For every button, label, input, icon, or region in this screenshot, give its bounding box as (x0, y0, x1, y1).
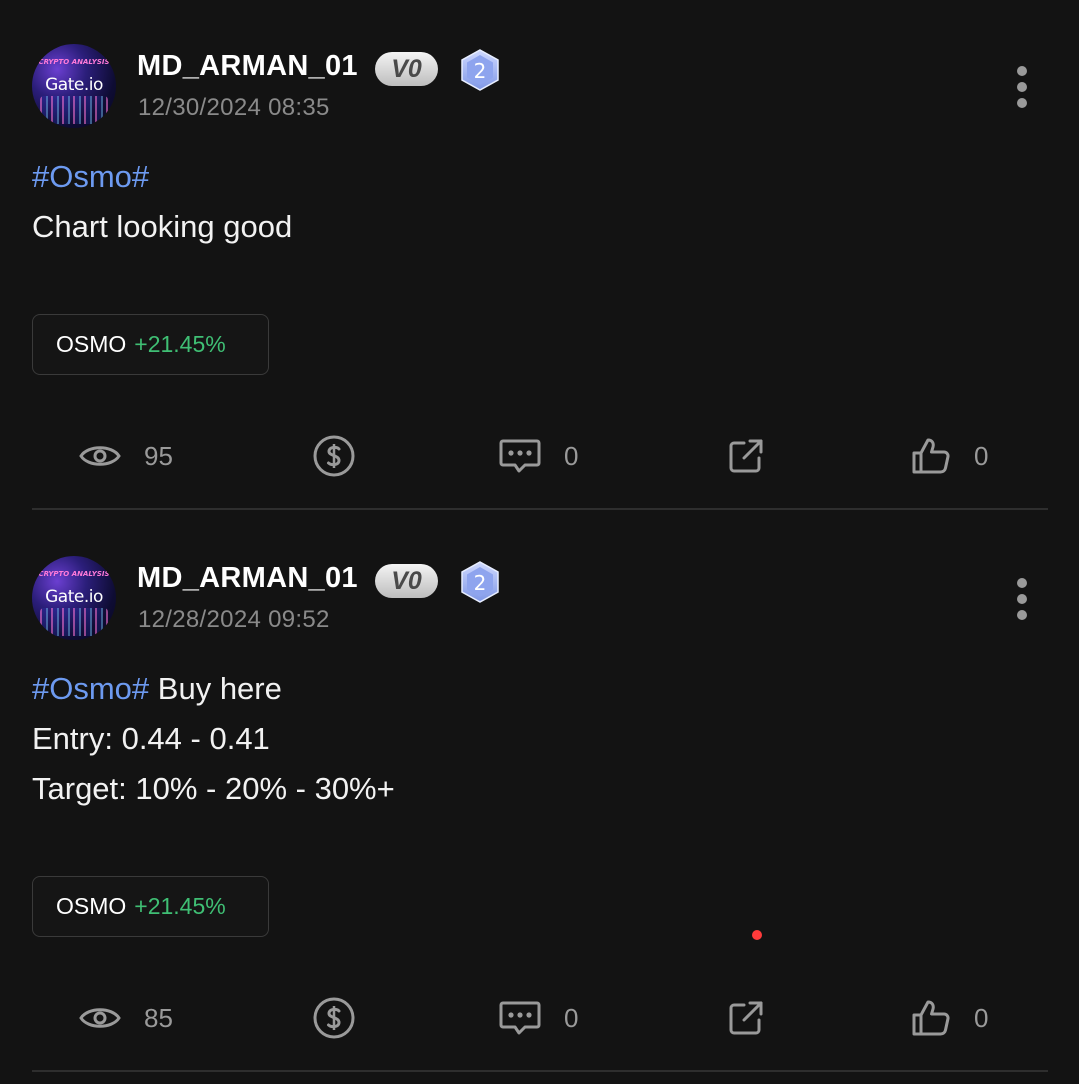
hashtag-link[interactable]: #Osmo# (32, 159, 149, 194)
tip-button[interactable] (312, 992, 356, 1044)
post-divider (32, 508, 1048, 510)
post-content: #Osmo# Chart looking good (32, 152, 292, 252)
content-text: Buy here (149, 671, 282, 706)
comments-count: 0 (564, 1002, 579, 1033)
avatar-decoration (40, 96, 108, 124)
post-actions-bar: 95 0 0 (0, 430, 1079, 482)
like-button[interactable]: 0 (910, 430, 988, 482)
avatar-logo: Gate.io (45, 587, 103, 607)
post-divider (32, 1070, 1048, 1072)
post-card[interactable]: CRYPTO ANALYSIS Gate.io MD_ARMAN_01 V0 2… (0, 512, 1079, 1074)
eye-icon (79, 446, 121, 466)
level-number: 2 (474, 571, 487, 595)
like-button[interactable]: 0 (910, 992, 988, 1044)
likes-count: 0 (974, 440, 989, 471)
coin-symbol: OSMO (56, 331, 127, 357)
views-count: 85 (144, 1002, 173, 1033)
comment-button[interactable]: 0 (498, 992, 578, 1044)
post-content: #Osmo# Buy here Entry: 0.44 - 0.41 Targe… (32, 664, 395, 814)
comment-icon[interactable] (498, 437, 542, 475)
content-line: Target: 10% - 20% - 30%+ (32, 764, 395, 814)
coin-change: +21.45% (134, 893, 226, 919)
author-avatar[interactable]: CRYPTO ANALYSIS Gate.io (32, 556, 116, 640)
tip-coin-icon[interactable] (312, 996, 356, 1040)
thumbs-up-icon[interactable] (910, 436, 952, 476)
views-stat: 85 (78, 992, 173, 1044)
author-avatar[interactable]: CRYPTO ANALYSIS Gate.io (32, 44, 116, 128)
share-button[interactable] (726, 430, 766, 482)
avatar-logo: Gate.io (45, 75, 103, 95)
hashtag-link[interactable]: #Osmo# (32, 671, 149, 706)
more-vertical-icon[interactable] (1007, 576, 1037, 624)
coin-symbol: OSMO (56, 893, 127, 919)
avatar-caption: CRYPTO ANALYSIS (38, 570, 110, 578)
share-button[interactable] (726, 992, 766, 1044)
level-number: 2 (474, 59, 487, 83)
author-name[interactable]: MD_ARMAN_01 (137, 562, 358, 595)
post-card[interactable]: CRYPTO ANALYSIS Gate.io MD_ARMAN_01 V0 2… (0, 0, 1079, 562)
coin-tag[interactable]: OSMO +21.45% (32, 314, 269, 375)
comments-count: 0 (564, 440, 579, 471)
content-line: #Osmo# Buy here (32, 664, 395, 714)
eye-icon (79, 1008, 121, 1028)
level-badge: 2 (461, 49, 499, 91)
content-line: #Osmo# (32, 152, 292, 202)
coin-change: +21.45% (134, 331, 226, 357)
content-line: Chart looking good (32, 202, 292, 252)
views-count: 95 (144, 440, 173, 471)
likes-count: 0 (974, 1002, 989, 1033)
coin-tag[interactable]: OSMO +21.45% (32, 876, 269, 937)
vip-badge: V0 (375, 52, 438, 86)
author-name[interactable]: MD_ARMAN_01 (137, 50, 358, 83)
avatar-decoration (40, 608, 108, 636)
vip-badge: V0 (375, 564, 438, 598)
content-text: Chart looking good (32, 209, 293, 244)
content-text: Target: 10% - 20% - 30%+ (32, 771, 395, 806)
post-actions-bar: 85 0 0 (0, 992, 1079, 1044)
thumbs-up-icon[interactable] (910, 998, 952, 1038)
avatar-caption: CRYPTO ANALYSIS (38, 58, 110, 66)
share-icon[interactable] (726, 436, 766, 476)
more-vertical-icon[interactable] (1007, 64, 1037, 112)
tip-coin-icon[interactable] (312, 434, 356, 478)
content-text: Entry: 0.44 - 0.41 (32, 721, 270, 756)
comment-icon[interactable] (498, 999, 542, 1037)
level-badge: 2 (461, 561, 499, 603)
tip-button[interactable] (312, 430, 356, 482)
comment-button[interactable]: 0 (498, 430, 578, 482)
post-timestamp: 12/28/2024 09:52 (138, 606, 330, 633)
content-line: Entry: 0.44 - 0.41 (32, 714, 395, 764)
share-icon[interactable] (726, 998, 766, 1038)
views-stat: 95 (78, 430, 173, 482)
notification-dot (752, 930, 762, 940)
post-timestamp: 12/30/2024 08:35 (138, 94, 330, 121)
